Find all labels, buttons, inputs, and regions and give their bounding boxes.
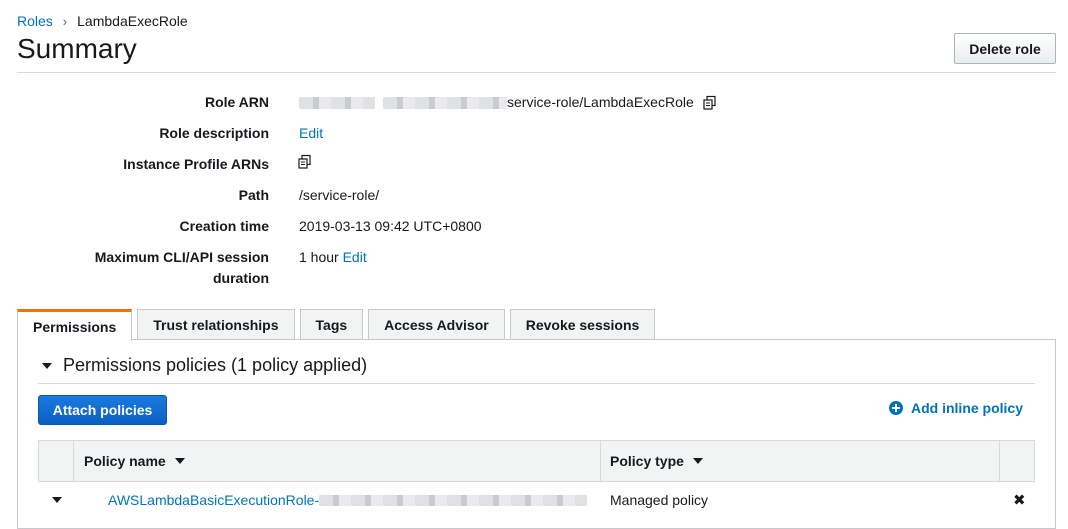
add-inline-policy-label: Add inline policy xyxy=(911,400,1024,416)
redacted-text xyxy=(319,494,588,506)
role-arn-label: Role ARN xyxy=(204,94,269,110)
creation-time-value: 2019-03-13 09:42 UTC+0800 xyxy=(299,218,482,234)
max-session-label-line1: Maximum CLI/API session xyxy=(94,249,269,265)
close-icon: ✖ xyxy=(1013,492,1026,509)
chevron-right-icon: › xyxy=(62,13,68,29)
breadcrumb-roles-link[interactable]: Roles xyxy=(17,13,53,29)
edit-session-link[interactable]: Edit xyxy=(343,247,367,268)
instance-profile-label: Instance Profile ARNs xyxy=(123,156,269,172)
plus-circle-icon xyxy=(889,401,903,415)
remove-policy-button[interactable]: ✖ xyxy=(1013,482,1026,518)
policies-table: Policy name Policy type AWSLambdaBasicEx… xyxy=(38,440,1035,522)
permissions-section-header[interactable]: Permissions policies (1 policy applied) xyxy=(38,355,367,376)
sort-caret-down-icon xyxy=(174,458,185,464)
max-session-label-line2: duration xyxy=(213,270,269,286)
sort-caret-down-icon xyxy=(692,458,703,464)
caret-down-icon xyxy=(52,497,62,503)
section-title: Permissions policies (1 policy applied) xyxy=(63,355,368,375)
tab-bar: Permissions Trust relationships Tags Acc… xyxy=(17,309,660,341)
path-value: /service-role/ xyxy=(299,187,380,203)
max-session-duration: 1 hour xyxy=(299,249,339,265)
column-policy-name-label: Policy name xyxy=(84,453,166,469)
redacted-text xyxy=(383,96,507,109)
attach-policies-button[interactable]: Attach policies xyxy=(38,395,167,425)
caret-down-icon xyxy=(42,362,52,369)
divider xyxy=(17,72,1056,73)
column-policy-type[interactable]: Policy type xyxy=(610,441,703,481)
policy-name-cell: AWSLambdaBasicExecutionRole- xyxy=(108,482,588,518)
delete-role-button[interactable]: Delete role xyxy=(954,33,1056,64)
redacted-text xyxy=(299,96,375,109)
role-arn-value: service-role/LambdaExecRole xyxy=(299,92,718,113)
edit-description-link[interactable]: Edit xyxy=(299,123,323,144)
tab-revoke-sessions[interactable]: Revoke sessions xyxy=(509,309,656,340)
column-divider xyxy=(999,441,1000,481)
max-session-value: 1 hour Edit xyxy=(299,247,367,268)
copy-icon[interactable] xyxy=(702,95,718,111)
policy-name-link[interactable]: AWSLambdaBasicExecutionRole- xyxy=(108,492,319,508)
path-label: Path xyxy=(238,187,269,203)
table-header: Policy name Policy type xyxy=(38,440,1035,482)
column-divider xyxy=(73,441,74,481)
tab-tags[interactable]: Tags xyxy=(299,309,364,340)
column-divider xyxy=(600,441,601,481)
breadcrumb: Roles › LambdaExecRole xyxy=(17,13,188,29)
page-title: Summary xyxy=(17,33,137,64)
expand-row-toggle[interactable] xyxy=(52,482,62,518)
breadcrumb-current: LambdaExecRole xyxy=(77,13,188,29)
tab-access-advisor[interactable]: Access Advisor xyxy=(368,309,505,340)
max-session-label: Maximum CLI/API session duration xyxy=(95,247,269,289)
column-policy-name[interactable]: Policy name xyxy=(84,441,185,481)
creation-time-label: Creation time xyxy=(179,218,269,234)
table-row: AWSLambdaBasicExecutionRole- Managed pol… xyxy=(38,482,1035,522)
copy-icon[interactable] xyxy=(297,154,313,170)
policy-type-cell: Managed policy xyxy=(610,492,709,508)
instance-profile-value xyxy=(297,154,313,170)
tab-permissions[interactable]: Permissions xyxy=(17,309,133,341)
role-description-label: Role description xyxy=(159,125,269,141)
role-arn-suffix: service-role/LambdaExecRole xyxy=(507,94,694,110)
column-policy-type-label: Policy type xyxy=(610,453,684,469)
divider xyxy=(38,383,1035,384)
role-description-value: Edit xyxy=(299,123,323,144)
add-inline-policy-link[interactable]: Add inline policy xyxy=(889,400,1023,416)
tab-trust-relationships[interactable]: Trust relationships xyxy=(137,309,295,340)
